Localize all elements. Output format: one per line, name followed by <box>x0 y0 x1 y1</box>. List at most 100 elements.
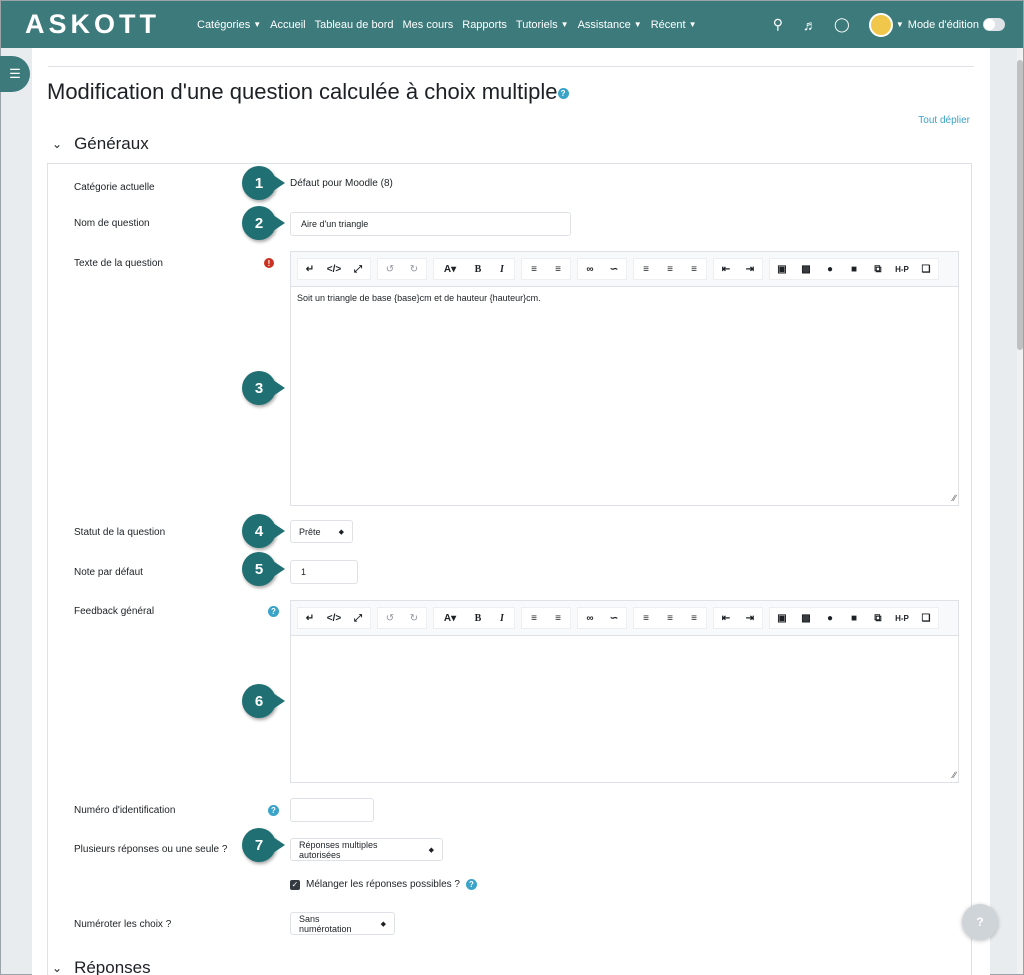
nav-item-assistance[interactable]: Assistance ▼ <box>578 19 642 31</box>
link-icon[interactable]: ∞ <box>578 258 602 280</box>
arrow-down-icon[interactable]: ↵ <box>298 258 322 280</box>
general-feedback-content[interactable]: ∕∕ <box>291 636 958 782</box>
undo-icon[interactable]: ↺ <box>378 258 402 280</box>
redo-icon[interactable]: ↻ <box>402 258 426 280</box>
fullscreen-icon[interactable]: ⤢ <box>346 258 370 280</box>
user-avatar[interactable] <box>868 12 893 37</box>
align-center-icon[interactable]: ≡ <box>658 607 682 629</box>
code-icon[interactable]: </> <box>322 607 346 629</box>
align-right-icon[interactable]: ≡ <box>682 258 706 280</box>
callout-marker: 1 <box>242 166 285 200</box>
default-mark-input[interactable]: 1 <box>290 560 358 584</box>
top-navbar: ASKOTT Catégories ▼ Accueil Tableau de bo… <box>1 1 1023 48</box>
single-answer-select[interactable]: Réponses multiples autorisées ◆ <box>290 838 443 861</box>
outdent-icon[interactable]: ⇤ <box>714 607 738 629</box>
help-icon[interactable]: ? <box>465 879 477 890</box>
h5p-icon[interactable]: H-P <box>890 258 914 280</box>
section-header-answers[interactable]: ⌄ Réponses <box>52 961 151 975</box>
help-icon[interactable]: ? <box>557 87 569 99</box>
edit-mode-toggle[interactable] <box>983 18 1005 31</box>
resize-handle-icon[interactable]: ∕∕ <box>953 770 956 780</box>
redo-icon[interactable]: ↻ <box>402 607 426 629</box>
record-audio-icon[interactable]: ● <box>818 607 842 629</box>
callout-marker: 3 <box>242 371 285 405</box>
chevron-down-icon[interactable]: ▼ <box>896 20 904 29</box>
nav-item-tutorials[interactable]: Tutoriels ▼ <box>516 19 569 31</box>
chevron-down-icon: ▼ <box>560 20 569 29</box>
question-text-editor: ↵ </> ⤢ ↺ ↻ A▾ B I ≡ ≡ ∞ ∽ ≡ ≡ ≡ ⇤ ⇥ ▣ ▩… <box>290 251 959 506</box>
select-arrows-icon: ◆ <box>380 920 386 928</box>
help-icon[interactable]: ? <box>268 805 279 816</box>
notifications-bell-icon[interactable]: ♬ <box>797 17 823 33</box>
outdent-icon[interactable]: ⇤ <box>714 258 738 280</box>
toolbar-group: ↺ ↻ <box>377 258 427 280</box>
numbering-select[interactable]: Sans numérotation ◆ <box>290 912 395 935</box>
package-icon[interactable]: ❏ <box>914 258 938 280</box>
align-right-icon[interactable]: ≡ <box>682 607 706 629</box>
bold-icon[interactable]: B <box>466 607 490 629</box>
nav-item-reports[interactable]: Rapports <box>462 19 507 31</box>
package-icon[interactable]: ❏ <box>914 607 938 629</box>
numbered-list-icon[interactable]: ≡ <box>546 607 570 629</box>
toolbar-group: ↺ ↻ <box>377 607 427 629</box>
unlink-icon[interactable]: ∽ <box>602 258 626 280</box>
shuffle-answers-label[interactable]: Mélanger les réponses possibles ? <box>306 879 460 890</box>
bullet-list-icon[interactable]: ≡ <box>522 258 546 280</box>
scrollbar-thumb[interactable] <box>1017 60 1023 350</box>
font-color-icon[interactable]: A▾ <box>434 607 466 629</box>
fullscreen-icon[interactable]: ⤢ <box>346 607 370 629</box>
nav-item-my-courses[interactable]: Mes cours <box>403 19 454 31</box>
bold-icon[interactable]: B <box>466 258 490 280</box>
record-video-icon[interactable]: ■ <box>842 607 866 629</box>
image-icon[interactable]: ▣ <box>770 607 794 629</box>
arrow-down-icon[interactable]: ↵ <box>298 607 322 629</box>
manage-files-icon[interactable]: ⧉ <box>866 607 890 629</box>
link-icon[interactable]: ∞ <box>578 607 602 629</box>
site-logo[interactable]: ASKOTT <box>25 9 175 40</box>
question-status-select[interactable]: Prête ◆ <box>290 520 353 543</box>
italic-icon[interactable]: I <box>490 607 514 629</box>
indent-icon[interactable]: ⇥ <box>738 607 762 629</box>
nav-item-label: Accueil <box>270 18 306 31</box>
bullet-list-icon[interactable]: ≡ <box>522 607 546 629</box>
unlink-icon[interactable]: ∽ <box>602 607 626 629</box>
nav-item-home[interactable]: Accueil <box>270 19 305 31</box>
italic-icon[interactable]: I <box>490 258 514 280</box>
record-video-icon[interactable]: ■ <box>842 258 866 280</box>
list-icon: ☰ <box>9 66 21 81</box>
shuffle-answers-checkbox[interactable]: ✓ <box>290 879 300 890</box>
question-name-input[interactable]: Aire d'un triangle <box>290 212 571 236</box>
code-icon[interactable]: </> <box>322 258 346 280</box>
floating-help-button[interactable]: ? <box>962 904 998 940</box>
manage-files-icon[interactable]: ⧉ <box>866 258 890 280</box>
indent-icon[interactable]: ⇥ <box>738 258 762 280</box>
media-icon[interactable]: ▩ <box>794 258 818 280</box>
numbered-list-icon[interactable]: ≡ <box>546 258 570 280</box>
toolbar-group: A▾ B I <box>433 607 515 629</box>
nav-item-recent[interactable]: Récent ▼ <box>651 19 697 31</box>
image-icon[interactable]: ▣ <box>770 258 794 280</box>
resize-handle-icon[interactable]: ∕∕ <box>953 493 956 503</box>
undo-icon[interactable]: ↺ <box>378 607 402 629</box>
h5p-icon[interactable]: H-P <box>890 607 914 629</box>
chevron-down-icon: ▼ <box>688 20 697 29</box>
search-icon[interactable]: ⚲ <box>765 16 791 33</box>
select-arrows-icon: ◆ <box>428 846 434 854</box>
question-text-content[interactable]: Soit un triangle de base {base}cm et de … <box>291 287 958 505</box>
record-audio-icon[interactable]: ● <box>818 258 842 280</box>
align-center-icon[interactable]: ≡ <box>658 258 682 280</box>
nav-item-categories[interactable]: Catégories ▼ <box>197 19 261 31</box>
media-icon[interactable]: ▩ <box>794 607 818 629</box>
expand-all-link[interactable]: Tout déplier <box>918 115 970 126</box>
section-header-general[interactable]: ⌄ Généraux <box>52 134 149 154</box>
align-left-icon[interactable]: ≡ <box>634 258 658 280</box>
messages-icon[interactable]: ◯ <box>829 16 855 33</box>
font-color-icon[interactable]: A▾ <box>434 258 466 280</box>
default-mark-label: Note par défaut <box>74 567 143 578</box>
help-icon[interactable]: ? <box>268 606 279 617</box>
idnumber-input[interactable] <box>290 798 374 822</box>
select-value: Réponses multiples autorisées <box>299 839 378 860</box>
toolbar-group: ≡ ≡ ≡ <box>633 607 707 629</box>
nav-item-dashboard[interactable]: Tableau de bord <box>315 19 394 31</box>
align-left-icon[interactable]: ≡ <box>634 607 658 629</box>
